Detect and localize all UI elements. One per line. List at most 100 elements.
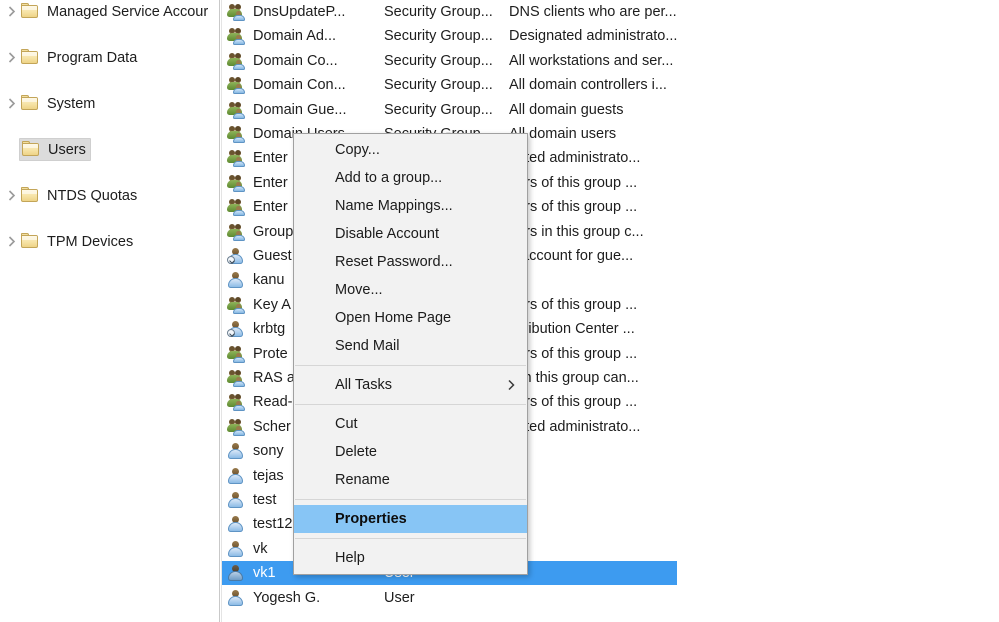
chevron-right-icon[interactable] bbox=[3, 52, 20, 63]
menu-item-open-home-page[interactable]: Open Home Page bbox=[294, 304, 527, 332]
tree-item-ntds-quotas[interactable]: NTDS Quotas bbox=[0, 184, 219, 207]
cell-type: Security Group... bbox=[384, 4, 493, 20]
menu-item-copy[interactable]: Copy... bbox=[294, 136, 527, 164]
tree-item-label: Users bbox=[48, 141, 86, 158]
table-row[interactable]: Domain Ad... Security Group... Designated … bbox=[222, 24, 999, 48]
cell-description: bers of this group ... bbox=[509, 199, 638, 216]
cell-name: Domain Ad... bbox=[253, 28, 337, 45]
tree-item-content: Managed Service Accour bbox=[20, 1, 212, 22]
chevron-right-icon[interactable] bbox=[3, 236, 20, 247]
group-icon bbox=[227, 125, 249, 143]
cell-description: bers of this group ... bbox=[509, 174, 638, 191]
user-builtin-icon bbox=[227, 247, 249, 265]
group-icon bbox=[227, 345, 249, 363]
table-row[interactable]: Domain Co... Security Group... All worksta… bbox=[222, 49, 999, 73]
menu-item-move[interactable]: Move... bbox=[294, 276, 527, 304]
user-icon bbox=[227, 515, 249, 533]
context-menu[interactable]: Copy... Add to a group... Name Mappings...… bbox=[293, 133, 528, 575]
group-icon bbox=[227, 149, 249, 168]
directory-tree-panel[interactable]: Managed Service Accour Program Data System… bbox=[0, 0, 219, 622]
menu-item-properties[interactable]: Properties bbox=[294, 505, 527, 533]
cell-name: Domain Gue... bbox=[253, 101, 347, 118]
tree-item-content: TPM Devices bbox=[20, 231, 137, 252]
cell-description: All workstations and ser... bbox=[509, 52, 674, 69]
menu-item-add-to-a-group[interactable]: Add to a group... bbox=[294, 164, 527, 192]
menu-item-all-tasks[interactable]: All Tasks bbox=[294, 371, 527, 399]
menu-item-label: Properties bbox=[335, 511, 407, 527]
folder-icon bbox=[20, 233, 40, 250]
menu-item-rename[interactable]: Rename bbox=[294, 466, 527, 494]
user-icon bbox=[227, 467, 249, 485]
cell-type: Security Group... bbox=[384, 52, 493, 69]
user-icon bbox=[227, 271, 249, 289]
tree-item-system[interactable]: System bbox=[0, 92, 219, 115]
table-row[interactable]: Domain Gue... Security Group... All domain… bbox=[222, 98, 999, 122]
tree-item-label: Managed Service Accour bbox=[47, 3, 209, 20]
menu-item-label: Add to a group... bbox=[335, 170, 443, 186]
cell-type: Security Group... bbox=[384, 28, 493, 45]
cell-type: Security Group... bbox=[384, 101, 493, 118]
group-icon bbox=[227, 174, 249, 192]
user-icon bbox=[227, 589, 249, 607]
tree-item-label: NTDS Quotas bbox=[47, 187, 138, 204]
folder-icon bbox=[20, 49, 40, 66]
tree-item-program-data[interactable]: Program Data bbox=[0, 46, 219, 69]
user-icon bbox=[227, 564, 249, 582]
table-row[interactable]: Yogesh G. User bbox=[222, 586, 999, 610]
cell-description: All domain guests bbox=[509, 101, 624, 118]
menu-item-cut[interactable]: Cut bbox=[294, 410, 527, 438]
cell-description: istribution Center ... bbox=[509, 321, 635, 338]
menu-item-label: Rename bbox=[335, 472, 390, 488]
group-icon bbox=[227, 27, 249, 46]
menu-item-label: Copy... bbox=[335, 142, 380, 158]
cell-description: nated administrato... bbox=[509, 150, 641, 167]
group-icon bbox=[227, 101, 249, 119]
menu-item-label: Send Mail bbox=[335, 338, 400, 354]
user-icon bbox=[227, 442, 249, 460]
menu-item-name-mappings[interactable]: Name Mappings... bbox=[294, 192, 527, 220]
group-icon bbox=[227, 296, 249, 314]
menu-separator bbox=[295, 538, 526, 539]
folder-icon bbox=[20, 3, 40, 20]
tree-item-tpm-devices[interactable]: TPM Devices bbox=[0, 230, 219, 253]
chevron-right-icon[interactable] bbox=[3, 6, 20, 17]
admin-console-screen: Managed Service Accour Program Data System… bbox=[0, 0, 999, 622]
tree-item-label: Program Data bbox=[47, 49, 138, 66]
menu-item-label: Move... bbox=[335, 282, 383, 298]
tree-item-managed-service-accour[interactable]: Managed Service Accour bbox=[0, 0, 219, 23]
menu-item-disable-account[interactable]: Disable Account bbox=[294, 220, 527, 248]
menu-separator bbox=[295, 499, 526, 500]
cell-type: Security Group... bbox=[384, 77, 493, 94]
menu-item-reset-password[interactable]: Reset Password... bbox=[294, 248, 527, 276]
group-icon bbox=[227, 3, 249, 21]
menu-item-help[interactable]: Help bbox=[294, 544, 527, 572]
group-icon bbox=[227, 76, 249, 95]
menu-item-label: Delete bbox=[335, 444, 377, 460]
chevron-right-icon bbox=[508, 379, 515, 391]
group-icon bbox=[227, 198, 249, 217]
cell-description: nated administrato... bbox=[509, 418, 641, 435]
user-builtin-icon bbox=[227, 320, 249, 338]
context-menu-items: Copy... Add to a group... Name Mappings...… bbox=[294, 136, 527, 572]
folder-icon bbox=[20, 95, 40, 112]
menu-item-delete[interactable]: Delete bbox=[294, 438, 527, 466]
chevron-right-icon[interactable] bbox=[3, 98, 20, 109]
menu-item-label: Help bbox=[335, 550, 365, 566]
cell-description: bers of this group ... bbox=[509, 394, 638, 411]
tree-item-label: System bbox=[47, 95, 96, 112]
table-row[interactable]: DnsUpdateP... Security Group... DNS client… bbox=[222, 0, 999, 24]
folder-icon bbox=[21, 141, 41, 158]
tree-item-content: System bbox=[20, 93, 99, 114]
tree-item-content: Users bbox=[19, 138, 91, 161]
tree-item-label: TPM Devices bbox=[47, 233, 134, 250]
user-icon bbox=[227, 491, 249, 509]
menu-item-send-mail[interactable]: Send Mail bbox=[294, 332, 527, 360]
cell-name: DnsUpdateP... bbox=[253, 4, 346, 20]
folder-icon bbox=[20, 187, 40, 204]
tree-item-users[interactable]: Users bbox=[0, 138, 219, 161]
table-row[interactable]: Domain Con... Security Group... All domain… bbox=[222, 73, 999, 97]
cell-description: All domain controllers i... bbox=[509, 77, 667, 94]
cell-description: bers of this group ... bbox=[509, 345, 638, 362]
menu-item-label: Cut bbox=[335, 416, 358, 432]
chevron-right-icon[interactable] bbox=[3, 190, 20, 201]
